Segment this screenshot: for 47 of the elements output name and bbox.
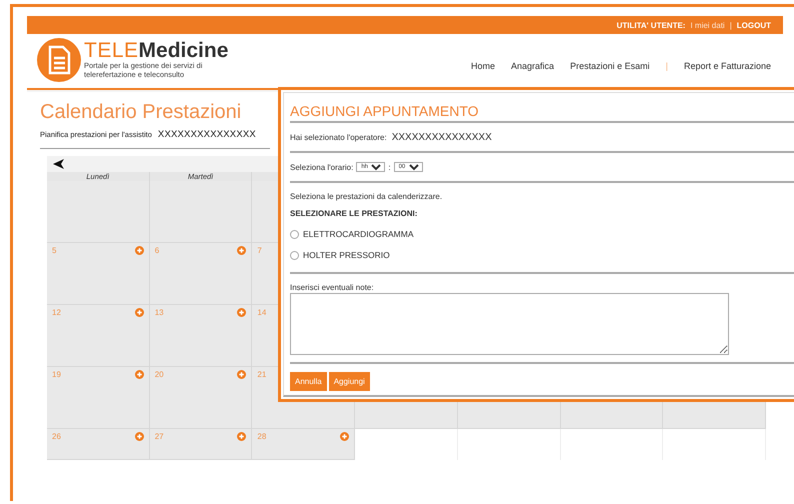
day-number: 19 <box>52 370 61 379</box>
operator-name: XXXXXXXXXXXXXXX <box>392 132 492 142</box>
patient-name: XXXXXXXXXXXXXXX <box>158 129 256 140</box>
add-icon[interactable] <box>237 370 246 379</box>
time-separator: : <box>388 162 391 172</box>
document-logo-icon <box>37 38 81 82</box>
back-arrow-icon[interactable] <box>53 159 65 169</box>
notes-field[interactable] <box>290 293 729 355</box>
day-number: 20 <box>154 370 164 379</box>
separator: | <box>730 20 732 30</box>
service-option[interactable]: ELETTROCARDIOGRAMMA <box>290 229 794 239</box>
day-number: 27 <box>154 432 164 441</box>
add-icon[interactable] <box>237 308 246 317</box>
add-icon[interactable] <box>340 432 350 441</box>
page-title: Calendario Prestazioni <box>40 101 242 123</box>
nav-link[interactable]: Prestazioni e Esami <box>570 61 650 71</box>
day-number: 6 <box>154 246 160 255</box>
time-label: Seleziona l'orario: <box>290 162 354 172</box>
add-icon[interactable] <box>134 308 144 317</box>
day-number: 7 <box>257 246 262 255</box>
services-heading: SELEZIONARE LE PRESTAZIONI: <box>290 208 418 218</box>
brand-name: TELE <box>84 40 139 61</box>
radio-button[interactable] <box>290 250 299 260</box>
radio-button[interactable] <box>290 230 299 238</box>
add-icon[interactable] <box>134 432 144 441</box>
day-number: 13 <box>154 308 164 317</box>
day-number: 21 <box>257 370 266 379</box>
brand-name: Medicine <box>138 40 228 61</box>
day-number: 26 <box>52 432 61 441</box>
day-number: 14 <box>257 308 266 317</box>
instruction-text: Seleziona le prestazioni da calenderizzare. <box>290 191 444 201</box>
add-icon[interactable] <box>134 370 144 379</box>
dialog-title: AGGIUNGI APPUNTAMENTO <box>290 103 794 123</box>
day-number: 5 <box>52 246 56 255</box>
separator: | <box>666 61 668 71</box>
nav-link[interactable]: Report e Fatturazione <box>684 61 771 71</box>
operator-label: Hai selezionato l'operatore: <box>290 132 387 142</box>
add-icon[interactable] <box>237 246 246 255</box>
add-icon[interactable] <box>134 246 144 255</box>
service-option[interactable]: HOLTER PRESSORIO <box>290 250 794 260</box>
day-number: 12 <box>52 308 61 317</box>
notes-label: Inserisci eventuali note: <box>290 282 375 292</box>
utility-label: UTILITA' UTENTE: <box>616 20 686 30</box>
nav-link[interactable]: Anagrafica <box>511 61 554 71</box>
add-icon[interactable] <box>237 432 246 441</box>
day-number: 28 <box>257 432 266 441</box>
nav-link[interactable]: Home <box>471 61 496 71</box>
